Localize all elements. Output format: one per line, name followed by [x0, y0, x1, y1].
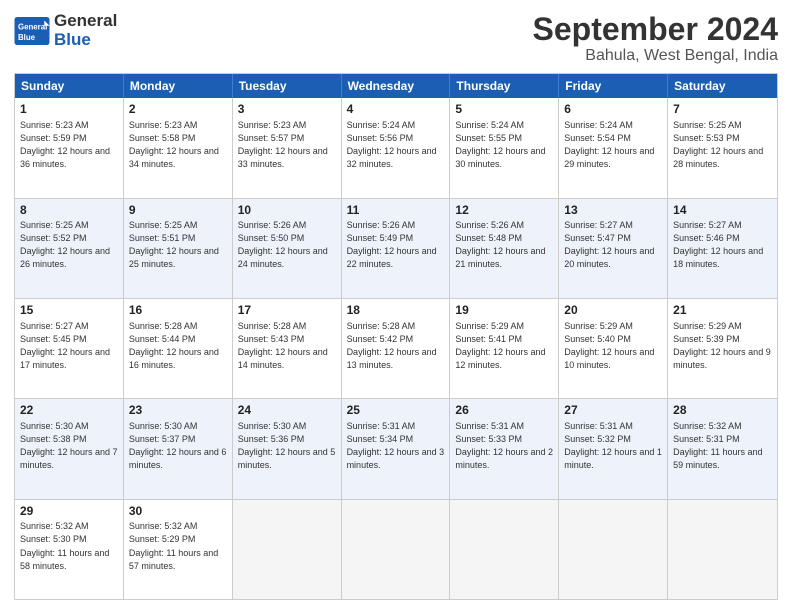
calendar-header-row: Sunday Monday Tuesday Wednesday Thursday…: [15, 74, 777, 98]
cal-row-4: 22 Sunrise: 5:30 AMSunset: 5:38 PMDaylig…: [15, 398, 777, 498]
cell-sep12: 12 Sunrise: 5:26 AMSunset: 5:48 PMDaylig…: [450, 199, 559, 298]
cell-sep7: 7 Sunrise: 5:25 AMSunset: 5:53 PMDayligh…: [668, 98, 777, 197]
col-tuesday: Tuesday: [233, 74, 342, 98]
page: General Blue General Blue September 2024…: [0, 0, 792, 612]
header: General Blue General Blue September 2024…: [14, 12, 778, 65]
cell-sep2: 2 Sunrise: 5:23 AMSunset: 5:58 PMDayligh…: [124, 98, 233, 197]
cell-sep28: 28 Sunrise: 5:32 AMSunset: 5:31 PMDaylig…: [668, 399, 777, 498]
cell-empty-2: [342, 500, 451, 599]
cell-sep1: 1 Sunrise: 5:23 AMSunset: 5:59 PMDayligh…: [15, 98, 124, 197]
col-wednesday: Wednesday: [342, 74, 451, 98]
cell-sep6: 6 Sunrise: 5:24 AMSunset: 5:54 PMDayligh…: [559, 98, 668, 197]
svg-text:General: General: [18, 22, 47, 31]
cell-sep9: 9 Sunrise: 5:25 AMSunset: 5:51 PMDayligh…: [124, 199, 233, 298]
cell-sep24: 24 Sunrise: 5:30 AMSunset: 5:36 PMDaylig…: [233, 399, 342, 498]
cell-sep16: 16 Sunrise: 5:28 AMSunset: 5:44 PMDaylig…: [124, 299, 233, 398]
cell-sep23: 23 Sunrise: 5:30 AMSunset: 5:37 PMDaylig…: [124, 399, 233, 498]
col-sunday: Sunday: [15, 74, 124, 98]
logo-blue-text: Blue: [54, 31, 117, 50]
cell-sep13: 13 Sunrise: 5:27 AMSunset: 5:47 PMDaylig…: [559, 199, 668, 298]
col-monday: Monday: [124, 74, 233, 98]
cell-sep20: 20 Sunrise: 5:29 AMSunset: 5:40 PMDaylig…: [559, 299, 668, 398]
cal-row-1: 1 Sunrise: 5:23 AMSunset: 5:59 PMDayligh…: [15, 98, 777, 197]
logo-icon: General Blue: [14, 17, 50, 45]
cell-empty-4: [559, 500, 668, 599]
cell-sep30: 30 Sunrise: 5:32 AMSunset: 5:29 PMDaylig…: [124, 500, 233, 599]
cal-row-3: 15 Sunrise: 5:27 AMSunset: 5:45 PMDaylig…: [15, 298, 777, 398]
cell-empty-5: [668, 500, 777, 599]
cell-sep18: 18 Sunrise: 5:28 AMSunset: 5:42 PMDaylig…: [342, 299, 451, 398]
title-block: September 2024 Bahula, West Bengal, Indi…: [533, 12, 778, 65]
logo-general-text: General: [54, 12, 117, 31]
cell-sep3: 3 Sunrise: 5:23 AMSunset: 5:57 PMDayligh…: [233, 98, 342, 197]
col-thursday: Thursday: [450, 74, 559, 98]
cell-sep29: 29 Sunrise: 5:32 AMSunset: 5:30 PMDaylig…: [15, 500, 124, 599]
cell-empty-1: [233, 500, 342, 599]
svg-text:Blue: Blue: [18, 32, 36, 41]
month-title: September 2024: [533, 12, 778, 47]
col-saturday: Saturday: [668, 74, 777, 98]
cell-sep25: 25 Sunrise: 5:31 AMSunset: 5:34 PMDaylig…: [342, 399, 451, 498]
cal-row-5: 29 Sunrise: 5:32 AMSunset: 5:30 PMDaylig…: [15, 499, 777, 599]
logo: General Blue General Blue: [14, 12, 117, 49]
cell-sep17: 17 Sunrise: 5:28 AMSunset: 5:43 PMDaylig…: [233, 299, 342, 398]
location-title: Bahula, West Bengal, India: [533, 47, 778, 65]
cell-sep15: 15 Sunrise: 5:27 AMSunset: 5:45 PMDaylig…: [15, 299, 124, 398]
cell-sep11: 11 Sunrise: 5:26 AMSunset: 5:49 PMDaylig…: [342, 199, 451, 298]
cell-sep22: 22 Sunrise: 5:30 AMSunset: 5:38 PMDaylig…: [15, 399, 124, 498]
cell-sep4: 4 Sunrise: 5:24 AMSunset: 5:56 PMDayligh…: [342, 98, 451, 197]
calendar: Sunday Monday Tuesday Wednesday Thursday…: [14, 73, 778, 600]
cell-sep19: 19 Sunrise: 5:29 AMSunset: 5:41 PMDaylig…: [450, 299, 559, 398]
calendar-body: 1 Sunrise: 5:23 AMSunset: 5:59 PMDayligh…: [15, 98, 777, 599]
cell-sep27: 27 Sunrise: 5:31 AMSunset: 5:32 PMDaylig…: [559, 399, 668, 498]
cell-sep5: 5 Sunrise: 5:24 AMSunset: 5:55 PMDayligh…: [450, 98, 559, 197]
cell-sep14: 14 Sunrise: 5:27 AMSunset: 5:46 PMDaylig…: [668, 199, 777, 298]
cell-sep26: 26 Sunrise: 5:31 AMSunset: 5:33 PMDaylig…: [450, 399, 559, 498]
cal-row-2: 8 Sunrise: 5:25 AMSunset: 5:52 PMDayligh…: [15, 198, 777, 298]
cell-sep21: 21 Sunrise: 5:29 AMSunset: 5:39 PMDaylig…: [668, 299, 777, 398]
col-friday: Friday: [559, 74, 668, 98]
cell-empty-3: [450, 500, 559, 599]
cell-sep8: 8 Sunrise: 5:25 AMSunset: 5:52 PMDayligh…: [15, 199, 124, 298]
cell-sep10: 10 Sunrise: 5:26 AMSunset: 5:50 PMDaylig…: [233, 199, 342, 298]
